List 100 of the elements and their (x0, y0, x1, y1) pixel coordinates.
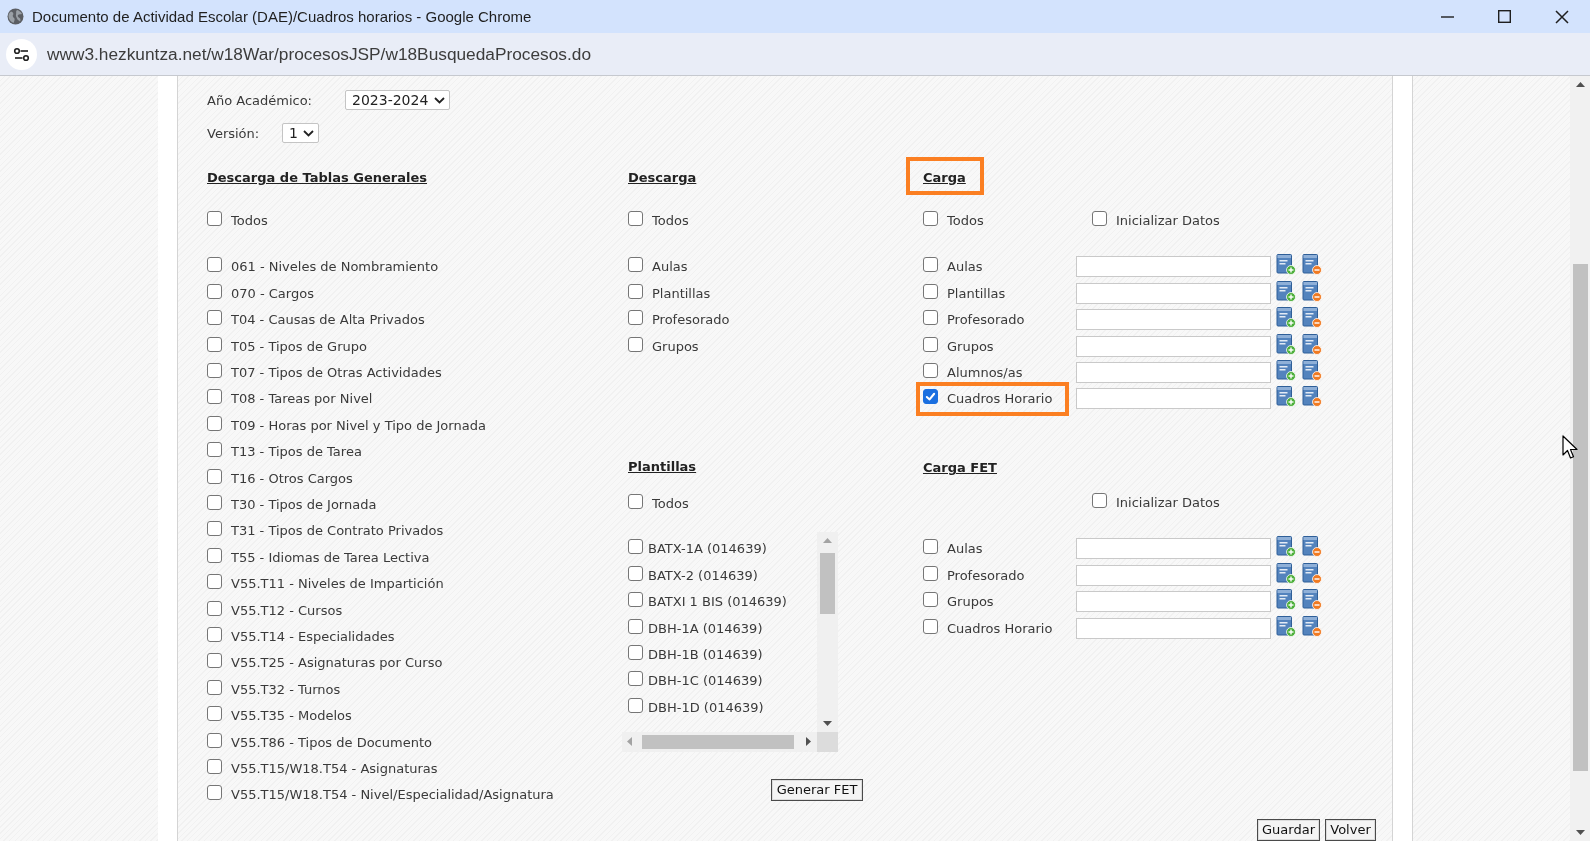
checkbox[interactable] (207, 283, 222, 299)
arrow-down-icon[interactable] (823, 720, 832, 726)
scrollbar-thumb[interactable] (642, 734, 794, 749)
checkbox[interactable] (628, 592, 643, 608)
document-remove-icon[interactable] (1302, 254, 1322, 276)
checkbox[interactable] (207, 415, 222, 431)
checkbox[interactable] (207, 626, 222, 642)
input-field[interactable] (1076, 564, 1271, 586)
checkbox[interactable] (207, 653, 222, 669)
document-remove-icon[interactable] (1302, 280, 1322, 302)
checkbox[interactable] (207, 468, 222, 484)
form-button[interactable]: Volver (1325, 819, 1376, 841)
checkbox[interactable] (207, 257, 222, 273)
checkbox[interactable] (628, 336, 643, 352)
checkbox[interactable] (923, 389, 938, 405)
page-scrollbar[interactable] (1570, 76, 1590, 841)
input-field[interactable] (1076, 617, 1271, 639)
checkbox[interactable] (207, 363, 222, 379)
checkbox-label: Todos (652, 495, 689, 511)
checkbox[interactable] (923, 336, 938, 352)
checkbox[interactable] (207, 600, 222, 616)
checkbox[interactable] (1092, 210, 1107, 226)
checkbox[interactable] (628, 493, 643, 509)
generate-button[interactable]: Generar FET (771, 778, 863, 801)
checkbox[interactable] (923, 539, 938, 555)
arrow-right-icon[interactable] (806, 737, 811, 747)
checkbox[interactable] (628, 310, 643, 326)
checkbox[interactable] (207, 389, 222, 405)
document-remove-icon[interactable] (1302, 360, 1322, 382)
checkbox[interactable] (207, 210, 222, 226)
checkbox[interactable] (207, 547, 222, 563)
checkbox[interactable] (207, 732, 222, 748)
close-icon[interactable] (1554, 9, 1569, 24)
arrow-down-icon[interactable] (1575, 830, 1585, 835)
checkbox[interactable] (923, 210, 938, 226)
checkbox[interactable] (628, 618, 643, 634)
checkbox[interactable] (207, 310, 222, 326)
version-select[interactable]: 1 (282, 123, 319, 143)
input-field[interactable] (1076, 591, 1271, 613)
document-remove-icon[interactable] (1302, 589, 1322, 611)
year-select[interactable]: 2023-2024 (345, 90, 450, 110)
document-add-icon[interactable] (1276, 562, 1296, 584)
document-add-icon[interactable] (1276, 280, 1296, 302)
checkbox[interactable] (628, 210, 643, 226)
document-add-icon[interactable] (1276, 615, 1296, 637)
checkbox[interactable] (923, 363, 938, 379)
checkbox[interactable] (207, 495, 222, 510)
input-field[interactable] (1076, 362, 1271, 384)
checkbox[interactable] (923, 283, 938, 299)
checkbox[interactable] (207, 521, 222, 537)
checkbox[interactable] (207, 679, 222, 695)
checkbox[interactable] (923, 310, 938, 326)
document-remove-icon[interactable] (1302, 386, 1322, 408)
document-add-icon[interactable] (1276, 360, 1296, 382)
document-remove-icon[interactable] (1302, 615, 1322, 637)
document-add-icon[interactable] (1276, 386, 1296, 408)
input-field[interactable] (1076, 335, 1271, 357)
checkbox[interactable] (923, 565, 938, 581)
minimize-icon[interactable] (1441, 15, 1454, 18)
input-field[interactable] (1076, 309, 1271, 331)
vertical-scrollbar[interactable] (817, 531, 838, 732)
scrollbar-thumb[interactable] (820, 552, 835, 614)
url-text[interactable]: www3.hezkuntza.net/w18War/procesosJSP/w18BusquedaProcesos.do (47, 43, 591, 65)
checkbox[interactable] (923, 618, 938, 634)
checkbox[interactable] (207, 706, 222, 722)
maximize-icon[interactable] (1498, 10, 1511, 23)
document-remove-icon[interactable] (1302, 562, 1322, 584)
document-remove-icon[interactable] (1302, 307, 1322, 329)
form-button[interactable]: Guardar (1257, 819, 1320, 841)
checkbox[interactable] (207, 574, 222, 590)
input-field[interactable] (1076, 388, 1271, 410)
checkbox[interactable] (628, 697, 643, 713)
checkbox[interactable] (628, 565, 643, 581)
checkbox[interactable] (207, 336, 222, 352)
checkbox-label: BATXI 1 BIS (014639) (648, 594, 787, 610)
input-field[interactable] (1076, 538, 1271, 560)
input-field[interactable] (1076, 256, 1271, 278)
document-remove-icon[interactable] (1302, 333, 1322, 355)
checkbox[interactable] (207, 785, 222, 801)
document-add-icon[interactable] (1276, 254, 1296, 276)
checkbox[interactable] (628, 671, 643, 687)
checkbox[interactable] (1092, 493, 1107, 509)
checkbox[interactable] (207, 758, 222, 774)
document-add-icon[interactable] (1276, 307, 1296, 329)
checkbox[interactable] (923, 592, 938, 608)
document-remove-icon[interactable] (1302, 536, 1322, 558)
checkbox[interactable] (628, 257, 643, 273)
checkbox[interactable] (207, 442, 222, 458)
scrollbar-thumb[interactable] (1572, 264, 1588, 771)
checkbox[interactable] (923, 257, 938, 273)
document-add-icon[interactable] (1276, 333, 1296, 355)
document-add-icon[interactable] (1276, 536, 1296, 558)
arrow-up-icon[interactable] (1575, 82, 1585, 87)
sliders-icon[interactable] (6, 38, 37, 70)
checkbox[interactable] (628, 644, 643, 660)
horizontal-scrollbar[interactable] (622, 731, 817, 752)
checkbox[interactable] (628, 283, 643, 299)
checkbox[interactable] (628, 539, 643, 555)
document-add-icon[interactable] (1276, 589, 1296, 611)
input-field[interactable] (1076, 282, 1271, 304)
